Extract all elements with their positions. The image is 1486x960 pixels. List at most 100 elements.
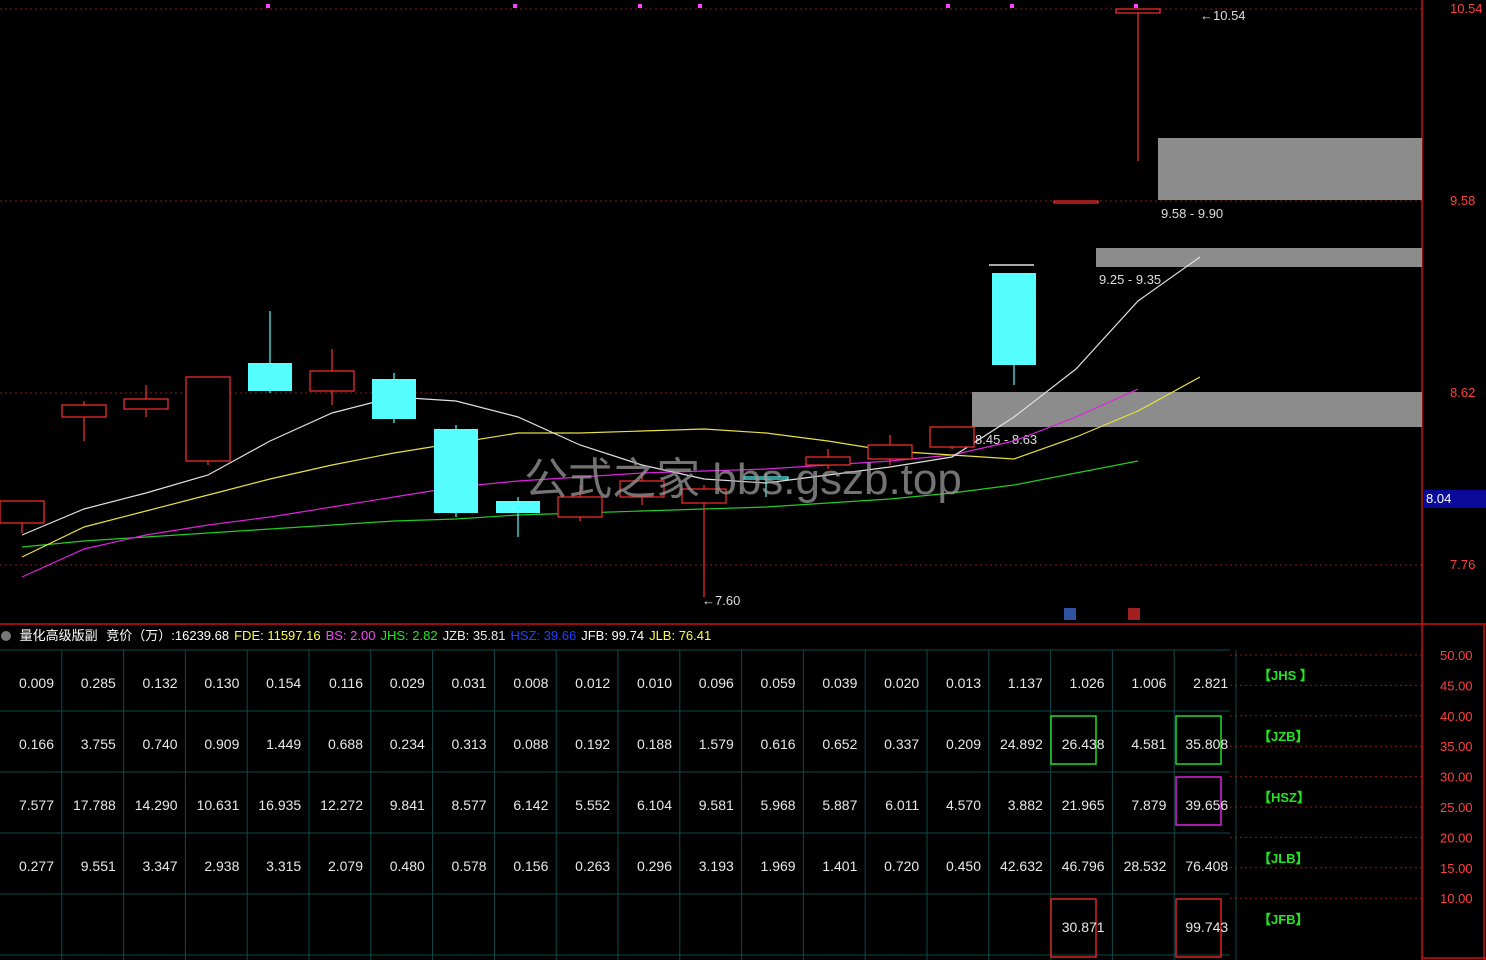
sub-axis-label: 40.00 — [1440, 709, 1473, 724]
table-cell: 0.031 — [451, 675, 487, 691]
table-cell: 0.450 — [945, 858, 981, 874]
table-cell: 3.315 — [266, 858, 302, 874]
table-cell: 5.887 — [822, 797, 858, 813]
table-cell: 0.156 — [513, 858, 549, 874]
table-cell: 1.449 — [266, 736, 302, 752]
table-cell: 0.166 — [18, 736, 54, 752]
table-cell: 6.142 — [513, 797, 549, 813]
support-zone — [1096, 248, 1422, 267]
candle-body — [1053, 200, 1099, 204]
sub-axis-label: 25.00 — [1440, 800, 1473, 815]
table-cell: 6.011 — [885, 797, 920, 813]
table-cell: 0.578 — [451, 858, 487, 874]
zone-label: 9.58 - 9.90 — [1161, 206, 1223, 221]
sub-axis-label: 35.00 — [1440, 739, 1473, 754]
low-price-label: ←7.60 — [702, 593, 740, 608]
table-cell: 28.532 — [1123, 858, 1167, 874]
table-cell: 0.337 — [884, 736, 920, 752]
table-cell: 9.551 — [80, 858, 116, 874]
table-cell: 0.909 — [204, 736, 240, 752]
table-cell: 3.882 — [1007, 797, 1043, 813]
table-cell: 0.059 — [760, 675, 796, 691]
table-cell: 4.570 — [945, 797, 981, 813]
sub-axis-label: 50.00 — [1440, 648, 1473, 663]
price-axis-label: 7.76 — [1450, 557, 1475, 572]
support-zone — [1158, 138, 1422, 200]
table-cell: 0.029 — [389, 675, 425, 691]
table-cell: 2.821 — [1193, 675, 1229, 691]
zone-label: 9.25 - 9.35 — [1099, 272, 1161, 287]
candle-body — [372, 379, 416, 419]
table-cell: 0.616 — [760, 736, 796, 752]
table-cell: 0.313 — [451, 736, 487, 752]
sub-axis-label: 30.00 — [1440, 770, 1473, 785]
table-cell: 0.740 — [142, 736, 178, 752]
table-cell: 0.234 — [389, 736, 425, 752]
candle-body — [248, 363, 292, 391]
table-cell: 0.192 — [575, 736, 611, 752]
candle-body — [0, 500, 45, 524]
marker-dot — [266, 4, 270, 8]
table-cell: 1.137 — [1007, 675, 1043, 691]
candle-body — [1115, 8, 1161, 14]
table-cell: 21.965 — [1061, 797, 1105, 813]
table-cell: 35.808 — [1185, 736, 1229, 752]
table-cell: 0.039 — [822, 675, 858, 691]
table-cell: 0.296 — [636, 858, 672, 874]
table-cell: 2.079 — [327, 858, 363, 874]
price-chart[interactable]: 10.54 9.58 8.62 7.76 9.58 - 9.90 9.25 - 9.35 8… — [0, 0, 1486, 625]
table-cell: 0.116 — [329, 675, 363, 691]
row-tag: 【JZB】 — [1258, 729, 1309, 744]
table-cell: 0.209 — [945, 736, 981, 752]
table-cell: 9.841 — [389, 797, 425, 813]
table-cell: 0.285 — [80, 675, 116, 691]
high-price-label: ←10.54 — [1200, 8, 1246, 23]
marker-dot — [946, 4, 950, 8]
table-cell: 42.632 — [999, 858, 1043, 874]
table-cell: 10.631 — [196, 797, 240, 813]
table-cell: 3.193 — [698, 858, 734, 874]
event-icon — [1064, 608, 1076, 620]
table-cell: 1.579 — [698, 736, 734, 752]
marker-dot — [513, 4, 517, 8]
table-cell: 5.968 — [760, 797, 796, 813]
row-tag: 【JHS 】 — [1258, 668, 1313, 683]
table-cell: 0.009 — [18, 675, 54, 691]
table-cell: 12.272 — [320, 797, 363, 813]
table-cell: 0.012 — [575, 675, 611, 691]
table-cell: 0.132 — [142, 675, 178, 691]
table-cell: 5.552 — [575, 797, 611, 813]
table-cell: 0.154 — [266, 675, 302, 691]
table-cell: 0.688 — [327, 736, 363, 752]
price-axis-label: 10.54 — [1450, 1, 1483, 16]
table-cell: 99.743 — [1185, 919, 1229, 935]
table-cell: 26.438 — [1061, 736, 1105, 752]
candle-body — [434, 429, 478, 513]
table-cell: 0.130 — [204, 675, 240, 691]
candle-body — [929, 426, 975, 448]
sub-axis-label: 45.00 — [1440, 678, 1473, 693]
candle-body — [61, 404, 107, 418]
marker-dot — [1010, 4, 1014, 8]
table-cell: 76.408 — [1185, 858, 1229, 874]
table-cell: 39.656 — [1185, 797, 1229, 813]
marker-dot — [638, 4, 642, 8]
row-tag: 【JFB】 — [1258, 912, 1309, 927]
current-price-tag: 8.04 — [1424, 490, 1486, 508]
candle-body — [992, 273, 1036, 365]
table-cell: 7.879 — [1131, 797, 1167, 813]
table-cell: 0.096 — [698, 675, 734, 691]
candle-body — [123, 398, 169, 410]
table-cell: 1.006 — [1131, 675, 1167, 691]
table-cell: 16.935 — [258, 797, 302, 813]
table-cell: 14.290 — [134, 797, 178, 813]
table-cell: 0.263 — [575, 858, 611, 874]
price-axis-label: 9.58 — [1450, 193, 1475, 208]
table-cell: 3.347 — [142, 858, 178, 874]
table-cell: 0.652 — [822, 736, 858, 752]
table-cell: 1.401 — [822, 858, 858, 874]
table-cell: 0.008 — [513, 675, 549, 691]
zone-label: 8.45 - 8.63 — [975, 432, 1037, 447]
watermark-text: 公式之家 bbs.gszb.top — [524, 455, 962, 504]
table-cell: 24.892 — [999, 736, 1043, 752]
